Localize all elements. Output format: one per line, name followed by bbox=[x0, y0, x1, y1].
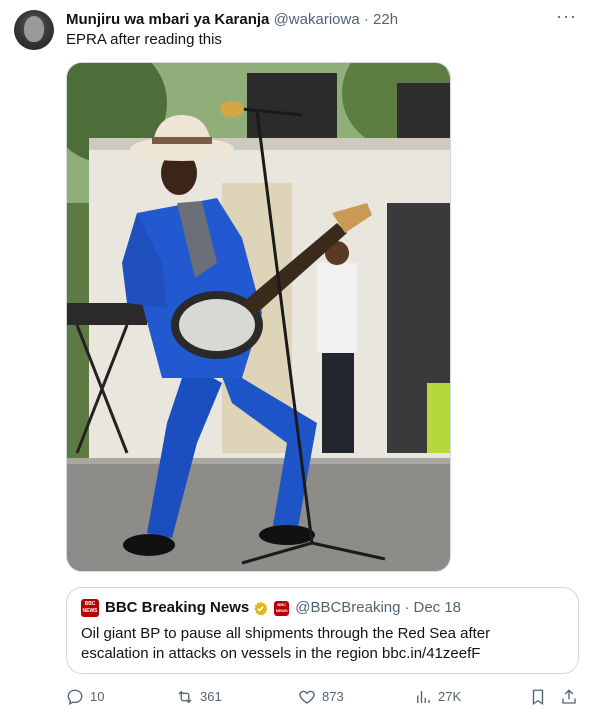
heart-icon bbox=[299, 690, 315, 704]
retweet-count: 361 bbox=[200, 689, 222, 704]
bbc-logo-bottom: NEWS bbox=[82, 608, 98, 614]
tweet-media-photo[interactable] bbox=[66, 62, 451, 572]
affiliate-badge-icon: BBC NEWS bbox=[274, 600, 290, 616]
tweet-text: EPRA after reading this bbox=[66, 31, 222, 48]
avatar-face bbox=[24, 16, 44, 42]
reply-count: 10 bbox=[90, 689, 105, 704]
bbc-news-avatar[interactable]: BBC NEWS bbox=[81, 599, 99, 617]
more-dots-icon[interactable]: ··· bbox=[556, 6, 577, 26]
quoted-tweet-header: BBC NEWS BBC Breaking News BBC NEWS @BBC… bbox=[81, 598, 461, 618]
retweet-button[interactable]: 361 bbox=[176, 684, 222, 710]
author-handle[interactable]: @wakariowa bbox=[274, 11, 360, 28]
like-button[interactable]: 873 bbox=[298, 684, 344, 710]
tweet-actions: 10 361 873 27K bbox=[66, 684, 591, 710]
quoted-tweet-text: Oil giant BP to pause all shipments thro… bbox=[81, 625, 491, 662]
reply-button[interactable]: 10 bbox=[66, 684, 104, 710]
verified-badge-icon bbox=[254, 601, 268, 615]
header-separator: · bbox=[363, 11, 369, 28]
views-chart-icon bbox=[417, 691, 430, 703]
reply-icon bbox=[67, 689, 83, 706]
tweet-header: Munjiru wa mbari ya Karanja @wakariowa ·… bbox=[66, 10, 398, 30]
quoted-tweet[interactable]: BBC NEWS BBC Breaking News BBC NEWS @BBC… bbox=[66, 587, 579, 674]
views-button[interactable]: 27K bbox=[414, 684, 461, 710]
affiliate-logo-bottom: NEWS bbox=[275, 608, 288, 613]
like-count: 873 bbox=[322, 689, 344, 704]
quoted-display-name[interactable]: BBC Breaking News bbox=[105, 598, 249, 618]
bookmark-button[interactable] bbox=[529, 684, 553, 710]
quoted-separator: · bbox=[404, 599, 410, 616]
bbc-logo-top: BBC bbox=[84, 601, 96, 607]
author-display-name[interactable]: Munjiru wa mbari ya Karanja bbox=[66, 11, 269, 28]
bookmark-icon bbox=[532, 689, 544, 706]
share-icon bbox=[562, 689, 576, 704]
author-avatar[interactable] bbox=[14, 10, 54, 50]
views-count: 27K bbox=[438, 689, 462, 704]
tweet-time[interactable]: 22h bbox=[373, 11, 398, 28]
share-button[interactable] bbox=[560, 684, 584, 710]
quoted-handle[interactable]: @BBCBreaking bbox=[295, 598, 400, 618]
quoted-date[interactable]: Dec 18 bbox=[414, 598, 462, 618]
photo-musician-guitar bbox=[67, 63, 450, 571]
retweet-icon bbox=[178, 690, 192, 704]
